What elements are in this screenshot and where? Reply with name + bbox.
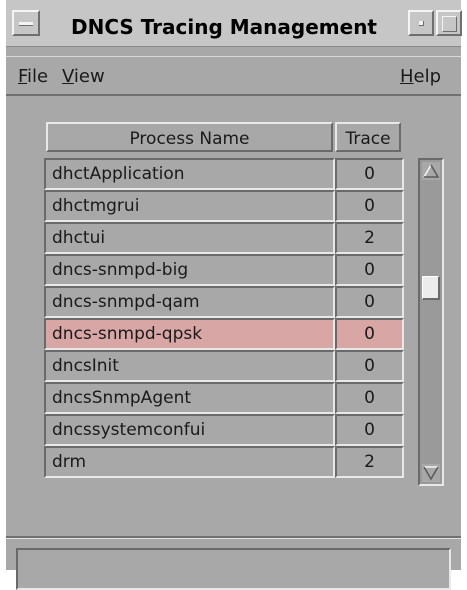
status-divider bbox=[6, 536, 461, 539]
menu-view[interactable]: View bbox=[62, 65, 105, 89]
menu-file-label: ile bbox=[27, 66, 49, 87]
process-name-cell[interactable]: dhctmgrui bbox=[44, 190, 335, 222]
window-menu-button[interactable] bbox=[12, 10, 40, 36]
maximize-icon bbox=[442, 16, 457, 32]
menu-file-mnemonic: F bbox=[18, 66, 28, 87]
trace-level-cell[interactable]: 0 bbox=[335, 318, 404, 350]
scroll-up-arrow-icon[interactable] bbox=[422, 162, 440, 180]
title-bar[interactable]: DNCS Tracing Management bbox=[6, 0, 462, 47]
table-row[interactable]: dncsInit 0 bbox=[44, 350, 404, 382]
menu-view-label: iew bbox=[73, 66, 105, 87]
process-name-cell[interactable]: dncs-snmpd-big bbox=[44, 254, 335, 286]
menu-help-mnemonic: H bbox=[400, 66, 414, 87]
window-menu-icon bbox=[19, 22, 33, 26]
table-row[interactable]: drm 2 bbox=[44, 446, 404, 478]
trace-level-cell[interactable]: 0 bbox=[335, 190, 404, 222]
minimize-button[interactable] bbox=[408, 10, 434, 36]
table-row-selected[interactable]: dncs-snmpd-qpsk 0 bbox=[44, 318, 404, 350]
menu-help[interactable]: Help bbox=[400, 65, 441, 89]
trace-level-cell[interactable]: 0 bbox=[335, 414, 404, 446]
minimize-icon bbox=[419, 21, 424, 26]
process-name-cell[interactable]: drm bbox=[44, 446, 335, 478]
table-row[interactable]: dncsSnmpAgent 0 bbox=[44, 382, 404, 414]
table-row[interactable]: dhctmgrui 0 bbox=[44, 190, 404, 222]
table-row[interactable]: dncssystemconfui 0 bbox=[44, 414, 404, 446]
process-name-cell[interactable]: dncs-snmpd-qam bbox=[44, 286, 335, 318]
trace-level-cell[interactable]: 0 bbox=[335, 286, 404, 318]
window-title: DNCS Tracing Management bbox=[70, 15, 377, 39]
scroll-down-arrow-icon[interactable] bbox=[422, 464, 440, 482]
menu-view-mnemonic: V bbox=[62, 66, 74, 87]
trace-level-cell[interactable]: 2 bbox=[335, 222, 404, 254]
trace-level-cell[interactable]: 2 bbox=[335, 446, 404, 478]
trace-level-cell[interactable]: 0 bbox=[335, 350, 404, 382]
status-bar bbox=[16, 548, 451, 590]
table-row[interactable]: dncs-snmpd-big 0 bbox=[44, 254, 404, 286]
table-row[interactable]: dhctApplication 0 bbox=[44, 158, 404, 190]
process-table: dhctApplication 0 dhctmgrui 0 dhctui 2 d… bbox=[44, 158, 404, 488]
menu-bar: File View Help bbox=[6, 56, 461, 96]
vertical-scrollbar[interactable] bbox=[418, 158, 444, 486]
column-header-trace[interactable]: Trace bbox=[335, 122, 401, 152]
process-name-cell[interactable]: dncsSnmpAgent bbox=[44, 382, 335, 414]
tracing-window: DNCS Tracing Management File View Help P… bbox=[6, 0, 462, 590]
trace-level-cell[interactable]: 0 bbox=[335, 254, 404, 286]
process-name-cell[interactable]: dhctApplication bbox=[44, 158, 335, 190]
maximize-button[interactable] bbox=[436, 10, 462, 36]
menu-help-label: elp bbox=[413, 66, 442, 87]
table-row[interactable]: dhctui 2 bbox=[44, 222, 404, 254]
process-name-cell[interactable]: dncsInit bbox=[44, 350, 335, 382]
process-name-cell[interactable]: dhctui bbox=[44, 222, 335, 254]
column-header-process-name[interactable]: Process Name bbox=[46, 122, 333, 152]
table-row[interactable]: dncs-snmpd-qam 0 bbox=[44, 286, 404, 318]
trace-level-cell[interactable]: 0 bbox=[335, 382, 404, 414]
main-area: Process Name Trace dhctApplication 0 dhc… bbox=[6, 96, 461, 536]
trace-level-cell[interactable]: 0 bbox=[335, 158, 404, 190]
scroll-thumb[interactable] bbox=[422, 276, 440, 300]
process-name-cell[interactable]: dncssystemconfui bbox=[44, 414, 335, 446]
menu-file[interactable]: File bbox=[18, 65, 48, 89]
process-name-cell[interactable]: dncs-snmpd-qpsk bbox=[44, 318, 335, 350]
